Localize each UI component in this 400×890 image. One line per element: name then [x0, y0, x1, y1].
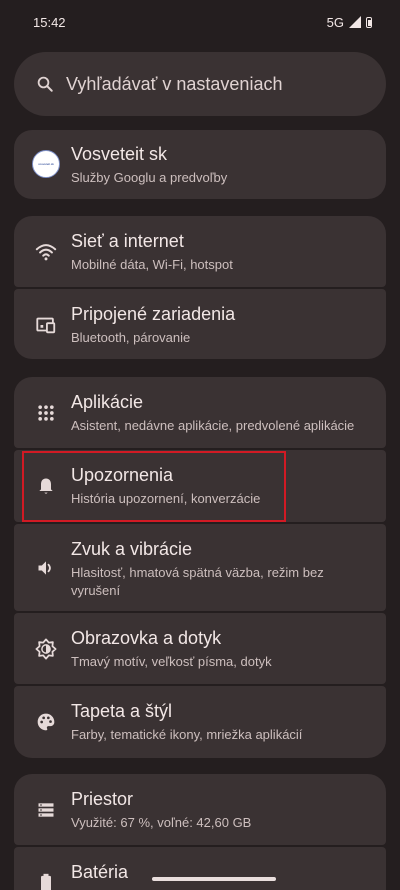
- avatar-logo-text: vosveteit.sk: [38, 162, 54, 166]
- network-type: 5G: [326, 14, 344, 30]
- brightness-icon: [34, 637, 58, 661]
- item-title: Zvuk a vibrácie: [71, 539, 193, 559]
- item-subtitle: Mobilné dáta, Wi-Fi, hotspot: [71, 257, 233, 272]
- battery-icon: [34, 871, 58, 890]
- display-touch-item[interactable]: Obrazovka a dotyk Tmavý motív, veľkosť p…: [14, 613, 386, 684]
- network-internet-item[interactable]: Sieť a internet Mobilné dáta, Wi-Fi, hot…: [14, 216, 386, 287]
- status-time: 15:42: [33, 14, 66, 30]
- connected-devices-item[interactable]: Pripojené zariadenia Bluetooth, párovani…: [14, 289, 386, 359]
- item-subtitle: Hlasitosť, hmatová spätná väzba, režim b…: [71, 565, 324, 598]
- search-placeholder: Vyhľadávať v nastaveniach: [66, 73, 283, 94]
- highlight-box: [22, 451, 286, 522]
- search-bar[interactable]: Vyhľadávať v nastaveniach: [14, 52, 386, 116]
- gesture-nav-handle[interactable]: [152, 877, 276, 881]
- item-subtitle: Asistent, nedávne aplikácie, predvolené …: [71, 418, 355, 433]
- account-card[interactable]: vosveteit.sk Vosveteit sk Služby Googlu …: [14, 130, 386, 199]
- item-subtitle: Farby, tematické ikony, mriežka aplikáci…: [71, 727, 303, 742]
- account-subtitle: Služby Googlu a predvoľby: [71, 170, 228, 185]
- account-title: Vosveteit sk: [71, 144, 168, 164]
- item-title: Obrazovka a dotyk: [71, 628, 222, 648]
- apps-item[interactable]: Aplikácie Asistent, nedávne aplikácie, p…: [14, 377, 386, 448]
- item-title: Sieť a internet: [71, 231, 184, 251]
- storage-item[interactable]: Priestor Využité: 67 %, voľné: 42,60 GB: [14, 774, 386, 845]
- status-bar: 15:42 5G: [0, 0, 400, 44]
- volume-icon: [34, 556, 58, 580]
- wifi-icon: [34, 240, 58, 264]
- item-title: Aplikácie: [71, 392, 144, 412]
- connected-devices-icon: [34, 313, 58, 337]
- storage-icon: [34, 798, 58, 822]
- palette-icon: [34, 710, 58, 734]
- battery-status-icon: [366, 16, 372, 28]
- avatar: vosveteit.sk: [32, 150, 60, 178]
- wallpaper-style-item[interactable]: Tapeta a štýl Farby, tematické ikony, mr…: [14, 686, 386, 758]
- item-subtitle: Využité: 67 %, voľné: 42,60 GB: [71, 815, 252, 830]
- settings-screen: 15:42 5G Vyhľadávať v nastaveniach vosve…: [0, 0, 400, 890]
- sound-vibration-item[interactable]: Zvuk a vibrácie Hlasitosť, hmatová spätn…: [14, 524, 386, 611]
- search-icon: [37, 76, 53, 92]
- item-subtitle: Tmavý motív, veľkosť písma, dotyk: [71, 654, 272, 669]
- apps-grid-icon: [34, 401, 58, 425]
- signal-icon: [349, 16, 361, 28]
- item-title: Tapeta a štýl: [71, 701, 173, 721]
- battery-item[interactable]: Batéria: [14, 847, 386, 890]
- item-title: Priestor: [71, 789, 134, 809]
- item-subtitle: Bluetooth, párovanie: [71, 330, 191, 345]
- status-icons: 5G: [327, 15, 372, 30]
- item-title: Pripojené zariadenia: [71, 304, 236, 324]
